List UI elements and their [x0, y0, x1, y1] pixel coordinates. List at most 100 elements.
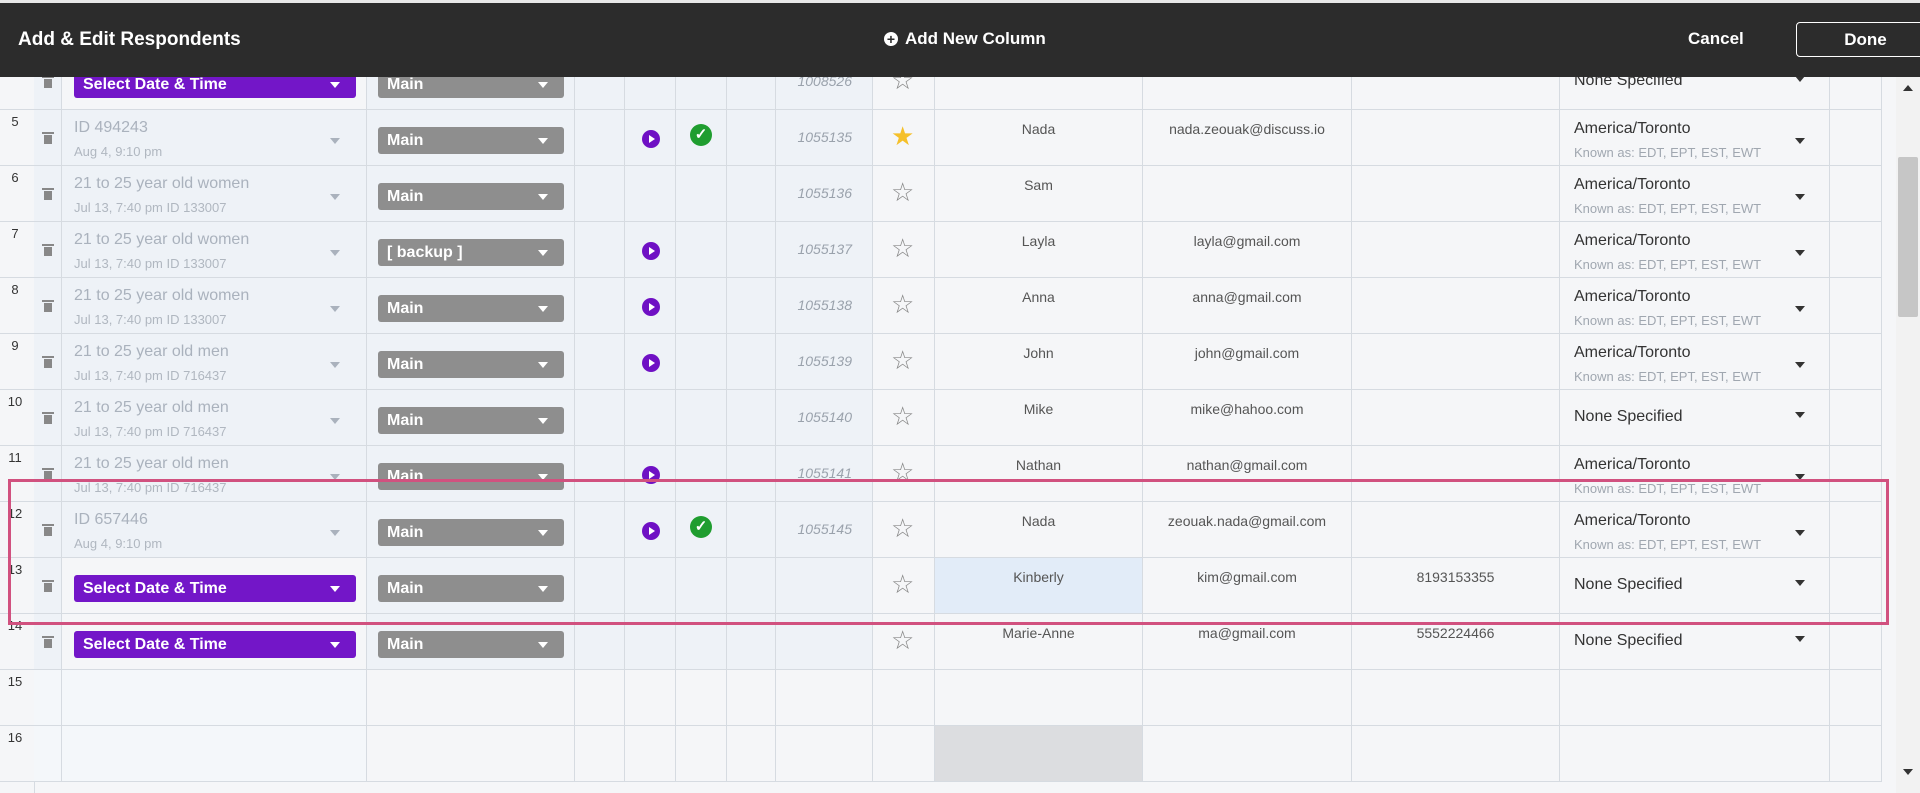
- group-dropdown[interactable]: Main: [378, 127, 564, 154]
- schedule-cell[interactable]: 21 to 25 year old men Jul 13, 7:40 pm ID …: [62, 390, 367, 445]
- timezone-cell[interactable]: America/Toronto Known as: EDT, EPT, EST, …: [1560, 446, 1830, 501]
- schedule-cell[interactable]: 21 to 25 year old women Jul 13, 7:40 pm I…: [62, 278, 367, 333]
- star-filled-icon[interactable]: ★: [891, 123, 914, 149]
- add-new-column-button[interactable]: + Add New Column: [884, 29, 1046, 49]
- name-value[interactable]: Nathan: [935, 457, 1142, 473]
- vertical-scrollbar[interactable]: [1896, 77, 1920, 793]
- group-dropdown[interactable]: Main: [378, 295, 564, 322]
- name-value[interactable]: Nada: [935, 121, 1142, 137]
- trash-icon[interactable]: [42, 77, 54, 88]
- name-value[interactable]: Nada: [935, 513, 1142, 529]
- timezone-cell[interactable]: America/Toronto Known as: EDT, EPT, EST, …: [1560, 222, 1830, 277]
- scroll-up-arrow-icon[interactable]: [1903, 85, 1913, 91]
- group-dropdown[interactable]: Main: [378, 77, 564, 98]
- star-outline-icon[interactable]: ☆: [891, 403, 914, 429]
- email-value[interactable]: ma@gmail.com: [1143, 625, 1351, 641]
- cancel-button[interactable]: Cancel: [1688, 29, 1744, 49]
- schedule-cell[interactable]: 21 to 25 year old women Jul 13, 7:40 pm I…: [62, 166, 367, 221]
- group-label: Main: [387, 356, 424, 373]
- star-outline-icon[interactable]: ☆: [891, 235, 914, 261]
- phone-value[interactable]: 5552224466: [1352, 625, 1559, 641]
- recording-cell: [625, 446, 676, 501]
- trash-icon[interactable]: [42, 636, 54, 648]
- trash-icon[interactable]: [42, 300, 54, 312]
- select-date-time-button[interactable]: Select Date & Time: [74, 631, 356, 658]
- play-recording-icon[interactable]: [642, 522, 660, 540]
- name-value[interactable]: John: [935, 345, 1142, 361]
- timezone-cell[interactable]: None Specified: [1560, 558, 1830, 613]
- email-value[interactable]: nathan@gmail.com: [1143, 457, 1351, 473]
- caret-down-icon: [538, 586, 548, 592]
- group-dropdown[interactable]: Main: [378, 183, 564, 210]
- trash-icon[interactable]: [42, 580, 54, 592]
- schedule-cell[interactable]: ID 657446 Aug 4, 9:10 pm: [62, 502, 367, 557]
- timezone-cell[interactable]: America/Toronto Known as: EDT, EPT, EST, …: [1560, 110, 1830, 165]
- id-cell: 1055137: [776, 222, 873, 277]
- star-outline-icon[interactable]: ☆: [891, 77, 914, 93]
- trash-icon[interactable]: [42, 524, 54, 536]
- trash-icon[interactable]: [42, 132, 54, 144]
- star-outline-icon[interactable]: ☆: [891, 459, 914, 485]
- group-dropdown[interactable]: Main: [378, 351, 564, 378]
- email-value[interactable]: anna@gmail.com: [1143, 289, 1351, 305]
- timezone-cell[interactable]: None Specified: [1560, 614, 1830, 669]
- trash-icon[interactable]: [42, 468, 54, 480]
- timezone-cell[interactable]: None Specified: [1560, 390, 1830, 445]
- gutter-divider: [0, 613, 34, 614]
- star-outline-icon[interactable]: ☆: [891, 179, 914, 205]
- star-outline-icon[interactable]: ☆: [891, 347, 914, 373]
- scrollbar-thumb[interactable]: [1898, 157, 1918, 317]
- trash-icon[interactable]: [42, 412, 54, 424]
- scroll-down-arrow-icon[interactable]: [1903, 769, 1913, 775]
- group-dropdown[interactable]: Main: [378, 631, 564, 658]
- play-recording-icon[interactable]: [642, 130, 660, 148]
- blank-cell: [727, 110, 776, 165]
- email-value[interactable]: zeouak.nada@gmail.com: [1143, 513, 1351, 529]
- timezone-cell[interactable]: America/Toronto Known as: EDT, EPT, EST, …: [1560, 502, 1830, 557]
- name-value[interactable]: Mike: [935, 401, 1142, 417]
- star-outline-icon[interactable]: ☆: [891, 627, 914, 653]
- select-date-time-button[interactable]: Select Date & Time: [74, 575, 356, 602]
- name-value[interactable]: Layla: [935, 233, 1142, 249]
- name-value[interactable]: Anna: [935, 289, 1142, 305]
- timezone-cell[interactable]: America/Toronto Known as: EDT, EPT, EST, …: [1560, 334, 1830, 389]
- group-dropdown[interactable]: Main: [378, 407, 564, 434]
- trash-icon[interactable]: [42, 244, 54, 256]
- schedule-cell[interactable]: ID 494243 Aug 4, 9:10 pm: [62, 110, 367, 165]
- play-recording-icon[interactable]: [642, 242, 660, 260]
- schedule-cell[interactable]: 21 to 25 year old men Jul 13, 7:40 pm ID …: [62, 446, 367, 501]
- star-outline-icon[interactable]: ☆: [891, 571, 914, 597]
- group-dropdown[interactable]: [ backup ]: [378, 239, 564, 266]
- email-value[interactable]: nada.zeouak@discuss.io: [1143, 121, 1351, 137]
- group-dropdown[interactable]: Main: [378, 575, 564, 602]
- select-date-time-button[interactable]: Select Date & Time: [74, 77, 356, 98]
- timezone-cell[interactable]: America/Toronto Known as: EDT, EPT, EST, …: [1560, 278, 1830, 333]
- star-outline-icon[interactable]: ☆: [891, 291, 914, 317]
- schedule-cell[interactable]: 21 to 25 year old women Jul 13, 7:40 pm I…: [62, 222, 367, 277]
- email-value[interactable]: john@gmail.com: [1143, 345, 1351, 361]
- blank-cell: [575, 446, 625, 501]
- trash-lid: [42, 244, 54, 246]
- table-row: 21 to 25 year old men Jul 13, 7:40 pm ID …: [34, 446, 1882, 502]
- caret-down-icon: [538, 306, 548, 312]
- name-value[interactable]: Kinberly: [935, 569, 1142, 585]
- trash-icon[interactable]: [42, 188, 54, 200]
- schedule-cell[interactable]: 21 to 25 year old men Jul 13, 7:40 pm ID …: [62, 334, 367, 389]
- done-button[interactable]: Done: [1796, 22, 1920, 57]
- name-value[interactable]: Marie-Anne: [935, 625, 1142, 641]
- phone-value[interactable]: 8193153355: [1352, 569, 1559, 585]
- timezone-cell[interactable]: None Specified: [1560, 77, 1830, 109]
- name-value[interactable]: Sam: [935, 177, 1142, 193]
- star-outline-icon[interactable]: ☆: [891, 515, 914, 541]
- email-value[interactable]: kim@gmail.com: [1143, 569, 1351, 585]
- play-recording-icon[interactable]: [642, 466, 660, 484]
- timezone-cell[interactable]: America/Toronto Known as: EDT, EPT, EST, …: [1560, 166, 1830, 221]
- play-recording-icon[interactable]: [642, 354, 660, 372]
- email-value[interactable]: mike@hahoo.com: [1143, 401, 1351, 417]
- group-dropdown[interactable]: Main: [378, 519, 564, 546]
- play-recording-icon[interactable]: [642, 298, 660, 316]
- trash-icon[interactable]: [42, 356, 54, 368]
- group-dropdown[interactable]: Main: [378, 463, 564, 490]
- email-cell: nathan@gmail.com: [1143, 446, 1352, 501]
- email-value[interactable]: layla@gmail.com: [1143, 233, 1351, 249]
